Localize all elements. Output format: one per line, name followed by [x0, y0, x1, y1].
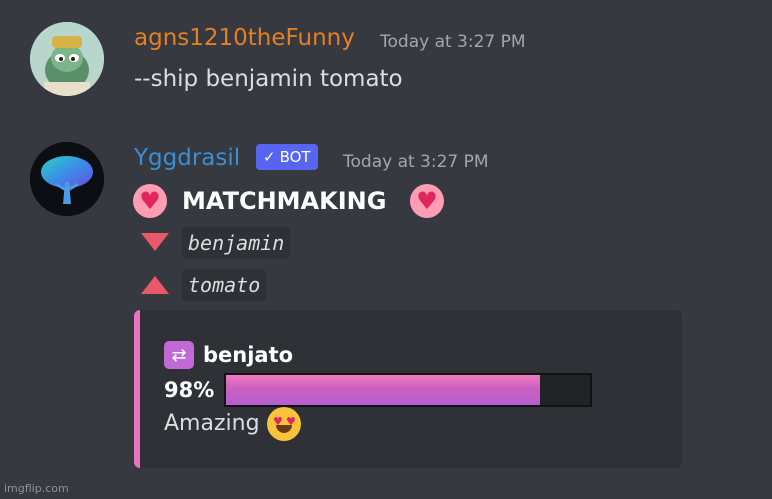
triangle-down-icon [141, 233, 169, 251]
heart-icon: ♥ [133, 184, 167, 218]
user-avatar[interactable] [30, 22, 104, 96]
match-percentage: 98% [164, 378, 215, 402]
ship-embed: ⇄ benjato 98% Amazing ♥ ♥ [134, 310, 682, 468]
name-up-code: tomato [182, 269, 267, 301]
shuffle-icon: ⇄ [164, 341, 194, 369]
embed-accent-bar [134, 310, 140, 468]
match-progress-bar [224, 373, 592, 407]
match-progress-fill [226, 375, 540, 405]
message-content: --ship benjamin tomato [134, 66, 403, 92]
mouth-shape [276, 425, 292, 433]
embed-title: benjato [203, 343, 294, 367]
matchmaking-heading: MATCHMAKING [182, 187, 387, 215]
author-name[interactable]: Yggdrasil [134, 145, 240, 171]
message-timestamp: Today at 3:27 PM [380, 32, 526, 52]
author-name[interactable]: agns1210theFunny [134, 25, 355, 51]
bot-tag: ✓ BOT [256, 144, 318, 170]
message-timestamp: Today at 3:27 PM [343, 152, 489, 172]
match-verdict: Amazing [164, 411, 260, 436]
name-down-code: benjamin [182, 227, 291, 259]
triangle-up-icon [141, 276, 169, 294]
watermark: imgflip.com [4, 482, 69, 495]
bot-tag-label: BOT [279, 148, 311, 166]
checkmark-icon: ✓ [263, 148, 276, 166]
bot-avatar[interactable] [30, 142, 104, 216]
heart-icon: ♥ [410, 184, 444, 218]
heart-eyes-emoji: ♥ ♥ [267, 407, 301, 441]
